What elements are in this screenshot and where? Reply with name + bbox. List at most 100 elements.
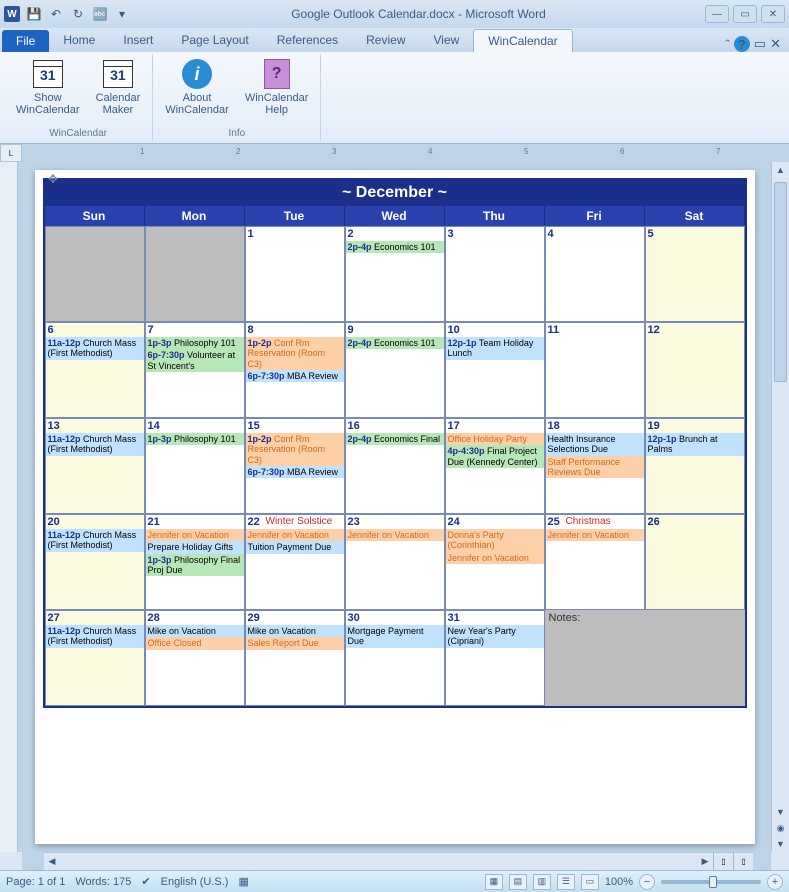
tab-wincalendar[interactable]: WinCalendar [473,29,572,52]
event-item[interactable]: Jennifer on Vacation [546,529,644,541]
day-cell-29[interactable]: 29Mike on VacationSales Report Due [245,610,345,706]
scroll-down-icon[interactable]: ▼ [772,804,789,820]
day-cell-1[interactable]: 1 [245,226,345,322]
vertical-scrollbar[interactable]: ▲ ▼ ◉ ▼ [771,162,789,852]
language-button[interactable]: 🔤 [90,4,110,24]
horizontal-scrollbar[interactable]: ◀ ▶ ▯▯ [44,852,753,870]
fullscreen-view[interactable]: ▤ [509,874,527,890]
minimize-ribbon-button[interactable]: ˆ [725,37,729,52]
event-item[interactable]: 11a-12p Church Mass (First Methodist) [46,337,144,360]
event-item[interactable]: 1p-2p Conf Rm Reservation (Room C3) [246,337,344,370]
day-cell-22[interactable]: 22Winter SolsticeJennifer on VacationTui… [245,514,345,610]
draft-view[interactable]: ▭ [581,874,599,890]
day-cell-14[interactable]: 141p-3p Philosophy 101 [145,418,245,514]
day-cell-15[interactable]: 151p-2p Conf Rm Reservation (Room C3)6p-… [245,418,345,514]
vertical-ruler[interactable] [0,162,18,852]
help-icon[interactable]: ? [734,36,750,52]
event-item[interactable]: 4p-4:30p Final Project Due (Kennedy Cent… [446,445,544,468]
print-layout-view[interactable]: ▦ [485,874,503,890]
event-item[interactable]: Donna's Party (Corinthian) [446,529,544,552]
event-item[interactable]: 2p-4p Economics 101 [346,337,444,349]
split-icon[interactable]: ▯ [713,853,733,870]
scroll-up-icon[interactable]: ▲ [772,162,789,178]
event-item[interactable]: 11a-12p Church Mass (First Methodist) [46,529,144,552]
event-item[interactable]: 2p-4p Economics Final [346,433,444,445]
event-item[interactable]: 6p-7:30p Volunteer at St Vincent's [146,349,244,372]
web-layout-view[interactable]: ▥ [533,874,551,890]
day-cell-7[interactable]: 71p-3p Philosophy 1016p-7:30p Volunteer … [145,322,245,418]
day-cell-13[interactable]: 1311a-12p Church Mass (First Methodist) [45,418,145,514]
day-cell-26[interactable]: 26 [645,514,745,610]
empty-cell[interactable] [145,226,245,322]
day-cell-18[interactable]: 18Health Insurance Selections DueStaff P… [545,418,645,514]
event-item[interactable]: 12p-1p Brunch at Palms [646,433,744,456]
day-cell-10[interactable]: 1012p-1p Team Holiday Lunch [445,322,545,418]
event-item[interactable]: 2p-4p Economics 101 [346,241,444,253]
file-tab[interactable]: File [2,30,49,52]
day-cell-11[interactable]: 11 [545,322,645,418]
day-cell-31[interactable]: 31New Year's Party (Cipriani) [445,610,545,706]
show-button[interactable]: 31ShowWinCalendar [10,56,86,126]
day-cell-21[interactable]: 21Jennifer on VacationPrepare Holiday Gi… [145,514,245,610]
day-cell-23[interactable]: 23Jennifer on Vacation [345,514,445,610]
about-button[interactable]: iAboutWinCalendar [159,56,235,126]
day-cell-25[interactable]: 25ChristmasJennifer on Vacation [545,514,645,610]
document-area[interactable]: ✥ ~ December ~ SunMonTueWedThuFriSat 122… [18,162,771,852]
event-item[interactable]: Office Holiday Party [446,433,544,445]
zoom-slider[interactable] [661,880,761,884]
event-item[interactable]: 1p-3p Philosophy 101 [146,337,244,349]
event-item[interactable]: 11a-12p Church Mass (First Methodist) [46,625,144,648]
split-icon-2[interactable]: ▯ [733,853,753,870]
event-item[interactable]: 12p-1p Team Holiday Lunch [446,337,544,360]
event-item[interactable]: Staff Performance Reviews Due [546,456,644,479]
day-cell-27[interactable]: 2711a-12p Church Mass (First Methodist) [45,610,145,706]
event-item[interactable]: 1p-3p Philosophy 101 [146,433,244,445]
event-item[interactable]: Jennifer on Vacation [246,529,344,541]
tab-review[interactable]: Review [352,29,419,52]
tab-page-layout[interactable]: Page Layout [167,29,262,52]
event-item[interactable]: Tuition Payment Due [246,541,344,553]
day-cell-30[interactable]: 30Mortgage Payment Due [345,610,445,706]
event-item[interactable]: Mike on Vacation [246,625,344,637]
tab-home[interactable]: Home [49,29,109,52]
maker-button[interactable]: 31CalendarMaker [90,56,147,126]
event-item[interactable]: Office Closed [146,637,244,649]
notes-cell[interactable]: Notes: [545,610,745,706]
tab-view[interactable]: View [420,29,474,52]
event-item[interactable]: 1p-2p Conf Rm Reservation (Room C3) [246,433,344,466]
proofing-icon[interactable]: ✔ [141,875,150,888]
day-cell-16[interactable]: 162p-4p Economics Final [345,418,445,514]
event-item[interactable]: Health Insurance Selections Due [546,433,644,456]
zoom-in-button[interactable]: + [767,874,783,890]
day-cell-12[interactable]: 12 [645,322,745,418]
event-item[interactable]: 11a-12p Church Mass (First Methodist) [46,433,144,456]
day-cell-28[interactable]: 28Mike on VacationOffice Closed [145,610,245,706]
help-button[interactable]: ?WinCalendarHelp [239,56,315,126]
scroll-right-icon[interactable]: ▶ [697,853,713,870]
undo-button[interactable]: ↶ [46,4,66,24]
event-item[interactable]: New Year's Party (Cipriani) [446,625,544,648]
event-item[interactable]: Jennifer on Vacation [446,552,544,564]
day-cell-2[interactable]: 22p-4p Economics 101 [345,226,445,322]
event-item[interactable]: Mortgage Payment Due [346,625,444,648]
event-item[interactable]: 1p-3p Philosophy Final Proj Due [146,554,244,577]
day-cell-6[interactable]: 611a-12p Church Mass (First Methodist) [45,322,145,418]
event-item[interactable]: Mike on Vacation [146,625,244,637]
redo-button[interactable]: ↻ [68,4,88,24]
macro-icon[interactable]: ▦ [238,875,248,888]
save-button[interactable]: 💾 [24,4,44,24]
minimize-button[interactable]: — [705,5,729,23]
zoom-out-button[interactable]: − [639,874,655,890]
scroll-left-icon[interactable]: ◀ [44,853,60,870]
day-cell-19[interactable]: 1912p-1p Brunch at Palms [645,418,745,514]
qat-customize-button[interactable]: ▾ [112,4,132,24]
event-item[interactable]: Jennifer on Vacation [346,529,444,541]
next-page-icon[interactable]: ▼ [772,836,789,852]
day-cell-9[interactable]: 92p-4p Economics 101 [345,322,445,418]
maximize-button[interactable]: ▭ [733,5,757,23]
calendar-table[interactable]: ~ December ~ SunMonTueWedThuFriSat 122p-… [43,178,747,708]
tab-insert[interactable]: Insert [109,29,167,52]
event-item[interactable]: 6p-7:30p MBA Review [246,466,344,478]
event-item[interactable]: 6p-7:30p MBA Review [246,370,344,382]
outline-view[interactable]: ☰ [557,874,575,890]
